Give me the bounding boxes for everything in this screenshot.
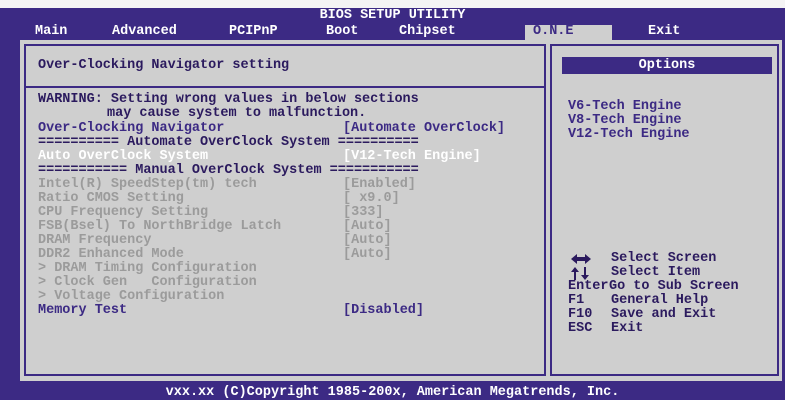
warning-line-2: may cause system to malfunction. — [107, 106, 367, 121]
automate-overclock-divider: ========== Automate OverClock System ===… — [38, 135, 419, 150]
help-key-enter: Enter — [568, 279, 609, 294]
help-save-and-exit: Save and Exit — [611, 307, 717, 322]
setting-label-auto-overclock-system[interactable]: Auto OverClock System — [38, 150, 208, 164]
options-header: Options — [562, 57, 772, 74]
footer-bar: vxx.xx (C)Copyright 1985-200x, American … — [0, 381, 785, 399]
menu-bar: BIOS SETUP UTILITY Main Advanced PCIPnP … — [0, 8, 785, 40]
manual-overclock-divider: =========== Manual OverClock System ====… — [38, 163, 419, 178]
setting-label-ddr2-enhanced: DDR2 Enhanced Mode — [38, 247, 184, 262]
setting-label-cpu-frequency: CPU Frequency Setting — [38, 205, 209, 220]
setting-label-memory-test[interactable]: Memory Test — [38, 304, 127, 318]
setup-frame: Over-Clocking Navigator setting WARNING:… — [20, 40, 782, 381]
warning-line-1: WARNING: Setting wrong values in below s… — [38, 92, 419, 107]
setting-value-ratio-cmos: [ x9.0] — [343, 191, 400, 206]
submenu-dram-timing: > DRAM Timing Configuration — [38, 261, 257, 276]
setting-label-dram-frequency: DRAM Frequency — [38, 233, 152, 248]
tab-chipset[interactable]: Chipset — [399, 25, 456, 40]
setting-label-ratio-cmos: Ratio CMOS Setting — [38, 191, 184, 206]
help-key-f10: F10 — [568, 307, 593, 322]
tab-advanced[interactable]: Advanced — [112, 25, 177, 40]
setting-value-ddr2-enhanced: [Auto] — [343, 247, 392, 262]
setting-label-overclocking-navigator[interactable]: Over-Clocking Navigator — [38, 122, 224, 136]
submenu-clock-gen: > Clock Gen Configuration — [38, 275, 257, 290]
settings-pane: Over-Clocking Navigator setting WARNING:… — [24, 44, 546, 376]
setting-value-overclocking-navigator[interactable]: [Automate OverClock] — [343, 122, 505, 136]
setting-label-speedstep: Intel(R) SpeedStep(tm) tech — [38, 177, 257, 192]
setting-value-memory-test[interactable]: [Disabled] — [343, 304, 424, 318]
help-key-f1: F1 — [568, 293, 585, 308]
tab-exit[interactable]: Exit — [648, 25, 680, 40]
tab-boot[interactable]: Boot — [326, 25, 358, 40]
setting-value-auto-overclock-system[interactable]: [V12-Tech Engine] — [343, 150, 481, 164]
bios-title: BIOS SETUP UTILITY — [319, 8, 466, 23]
help-select-item: Select Item — [611, 265, 701, 280]
help-select-screen: Select Screen — [611, 251, 717, 266]
left-right-arrows-icon — [571, 254, 591, 264]
option-v8-tech[interactable]: V8-Tech Engine — [568, 114, 681, 128]
help-pane: Options V6-Tech Engine V8-Tech Engine V1… — [550, 44, 779, 376]
help-key-esc: ESC — [568, 321, 593, 336]
option-v6-tech[interactable]: V6-Tech Engine — [568, 100, 681, 114]
setting-label-fsb-latch: FSB(Bsel) To NorthBridge Latch — [38, 219, 282, 234]
option-v12-tech[interactable]: V12-Tech Engine — [568, 128, 690, 142]
section-divider — [26, 86, 544, 88]
top-strip-glyphs: ▔▔▔ ▔▔ ▔▔▔ ▔▔▔▔ ▔▔▔ — [40, 0, 185, 6]
help-general-help: General Help — [611, 293, 709, 308]
setting-value-dram-frequency: [Auto] — [343, 233, 392, 248]
tab-one[interactable]: O.N.E — [525, 25, 612, 40]
help-go-to-sub-screen: Go to Sub Screen — [609, 279, 739, 294]
setting-value-speedstep: [Enabled] — [343, 177, 416, 192]
help-exit: Exit — [611, 321, 644, 336]
tab-main[interactable]: Main — [35, 25, 67, 40]
tab-pcipnp[interactable]: PCIPnP — [229, 25, 278, 40]
submenu-voltage: > Voltage Configuration — [38, 289, 225, 304]
top-strip: ▔▔▔ ▔▔ ▔▔▔ ▔▔▔▔ ▔▔▔ — [0, 0, 785, 8]
setting-value-fsb-latch: [Auto] — [343, 219, 392, 234]
setting-value-cpu-frequency: [333] — [343, 205, 384, 220]
section-title: Over-Clocking Navigator setting — [38, 58, 290, 73]
